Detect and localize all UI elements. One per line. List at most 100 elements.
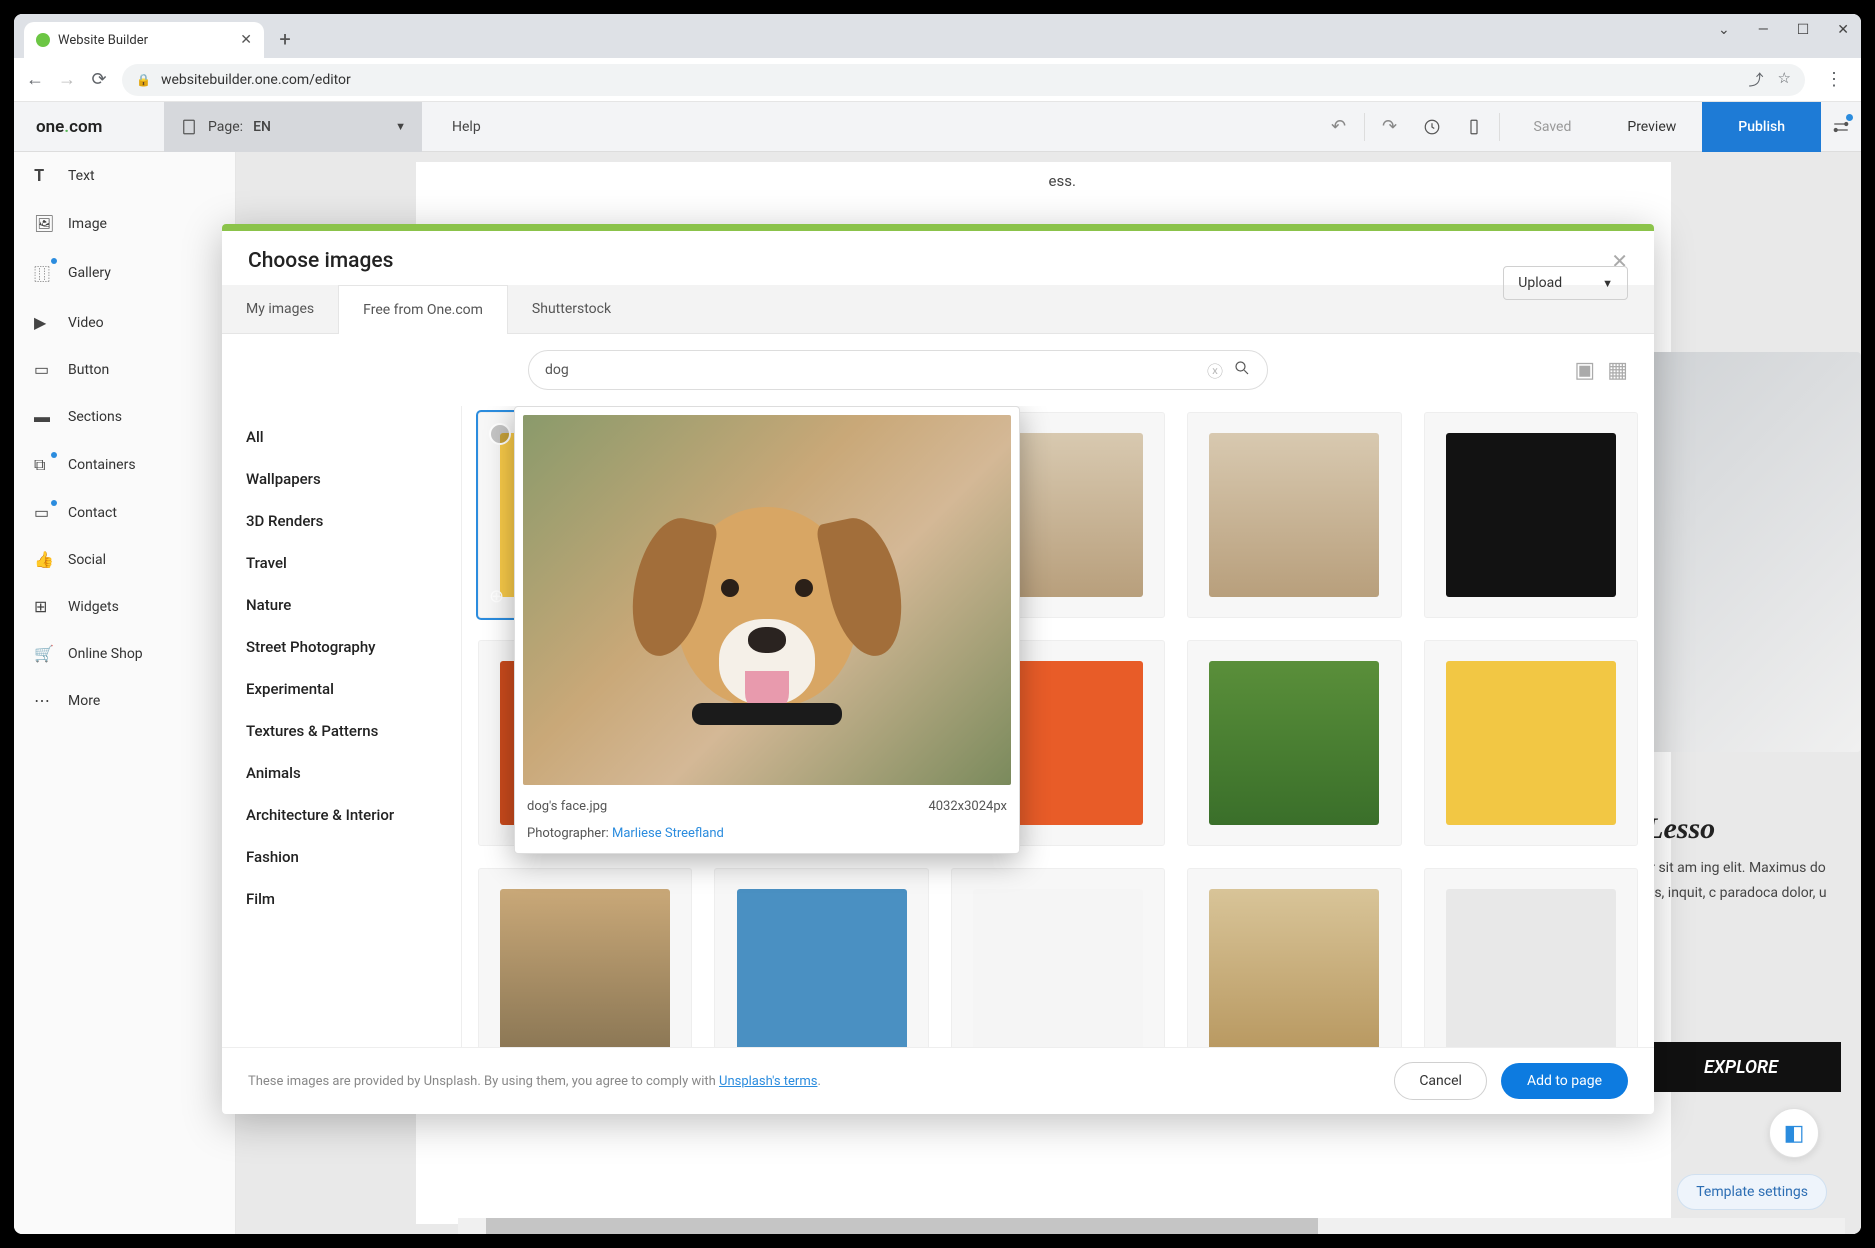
gallery-thumbnail[interactable] — [478, 868, 692, 1047]
share-icon[interactable]: ⤴ — [1749, 69, 1764, 90]
sidebar-item-label: Video — [68, 315, 104, 331]
sidebar-item-video[interactable]: ▶ Video — [14, 299, 235, 346]
sidebar-item-widgets[interactable]: ⊞Widgets — [14, 583, 235, 630]
window-close-icon[interactable]: ✕ — [1837, 22, 1849, 38]
canvas-body-fragment: ess. — [1049, 172, 1076, 190]
gallery-thumbnail[interactable] — [1187, 868, 1401, 1047]
sidebar-item-label: More — [68, 693, 100, 709]
gallery-thumbnail[interactable] — [1424, 640, 1638, 846]
topbar-right: ↶ ↷ Saved Preview Publish — [1318, 102, 1861, 151]
add-to-page-button[interactable]: Add to page — [1501, 1063, 1628, 1099]
category-item[interactable]: Nature — [222, 584, 461, 626]
template-settings-button[interactable]: Template settings — [1677, 1174, 1827, 1210]
sidebar-item-label: Text — [68, 168, 95, 184]
category-item[interactable]: Fashion — [222, 836, 461, 878]
category-item[interactable]: Experimental — [222, 668, 461, 710]
help-link[interactable]: Help — [422, 119, 511, 135]
category-item[interactable]: Wallpapers — [222, 458, 461, 500]
settings-icon[interactable] — [1821, 102, 1861, 152]
preview-button[interactable]: Preview — [1601, 119, 1702, 135]
category-item[interactable]: Street Photography — [222, 626, 461, 668]
sidebar-item-label: Contact — [68, 505, 117, 521]
forward-icon[interactable]: → — [58, 69, 76, 90]
theme-floating-button[interactable]: ◧ — [1769, 1108, 1819, 1158]
sidebar-item-sections[interactable]: ▬Sections — [14, 393, 235, 441]
modal-accent-bar — [222, 224, 1654, 231]
browser-menu-icon[interactable]: ⋮ — [1819, 69, 1849, 90]
category-item[interactable]: Architecture & Interior — [222, 794, 461, 836]
modal-tab-shutterstock[interactable]: Shutterstock — [508, 285, 635, 333]
notification-dot — [1846, 114, 1853, 121]
gallery-thumbnail[interactable] — [1187, 640, 1401, 846]
unsplash-terms-link[interactable]: Unsplash's terms — [719, 1074, 817, 1089]
magnify-icon[interactable]: ⊕ — [489, 586, 504, 607]
page-selector[interactable]: Page: EN ▼ — [164, 102, 422, 152]
modal-title: Choose images — [248, 249, 393, 273]
sidebar-item-online-shop[interactable]: 🛒Online Shop — [14, 630, 235, 677]
sidebar-item-button[interactable]: ▭Button — [14, 346, 235, 393]
brand-logo[interactable]: one.com — [14, 117, 164, 137]
sidebar-item-more[interactable]: ⋯More — [14, 677, 235, 724]
gallery-thumbnail[interactable] — [1187, 412, 1401, 618]
category-item[interactable]: Film — [222, 878, 461, 920]
category-item[interactable]: Textures & Patterns — [222, 710, 461, 752]
provider-notice: These images are provided by Unsplash. B… — [248, 1074, 821, 1089]
address-bar[interactable]: 🔒 websitebuilder.one.com/editor ⤴ ☆ — [122, 64, 1805, 96]
close-tab-icon[interactable]: ✕ — [240, 32, 252, 48]
mobile-preview-icon[interactable] — [1453, 102, 1495, 152]
browser-tab[interactable]: Website Builder ✕ — [24, 22, 264, 58]
sidebar-item-social[interactable]: 👍Social — [14, 536, 235, 583]
chevron-down-icon[interactable]: ⌄ — [1718, 22, 1730, 38]
category-item[interactable]: Travel — [222, 542, 461, 584]
text-icon: 𝐓 — [34, 166, 52, 186]
horizontal-scrollbar[interactable] — [458, 1218, 1845, 1234]
upload-label: Upload — [1518, 275, 1562, 291]
new-tab-button[interactable]: + — [270, 24, 300, 54]
thumbnail-image — [500, 889, 670, 1047]
widgets-icon: ⊞ — [34, 597, 52, 616]
bookmark-icon[interactable]: ☆ — [1778, 69, 1791, 90]
photographer-link[interactable]: Marliese Streefland — [612, 826, 724, 841]
sidebar-item-image[interactable]: 🖼Image — [14, 200, 235, 247]
category-item[interactable]: 3D Renders — [222, 500, 461, 542]
app-topbar: one.com Page: EN ▼ Help ↶ ↷ Saved Previe… — [14, 102, 1861, 152]
history-icon[interactable] — [1411, 102, 1453, 152]
thumbnail-image — [1446, 889, 1616, 1047]
search-icon[interactable] — [1233, 359, 1251, 381]
modal-tab-my-images[interactable]: My images — [222, 285, 338, 333]
sidebar-item-label: Sections — [68, 409, 122, 425]
sidebar-item-contact[interactable]: ▭Contact — [14, 489, 235, 536]
gallery-thumbnail[interactable] — [1424, 868, 1638, 1047]
cancel-button[interactable]: Cancel — [1394, 1062, 1487, 1100]
reload-icon[interactable]: ⟳ — [90, 69, 108, 90]
publish-button[interactable]: Publish — [1702, 102, 1821, 152]
upload-dropdown[interactable]: Upload ▼ — [1503, 266, 1628, 300]
gallery-thumbnail[interactable] — [951, 868, 1165, 1047]
sidebar-item-label: Containers — [68, 457, 136, 473]
search-input[interactable] — [545, 362, 1197, 378]
gallery-thumbnail[interactable] — [714, 868, 928, 1047]
modal-tab-free-from-one-com[interactable]: Free from One.com — [338, 285, 508, 334]
category-item[interactable]: All — [222, 416, 461, 458]
gallery-thumbnail[interactable] — [1424, 412, 1638, 618]
large-grid-icon[interactable]: ▣ — [1574, 358, 1595, 383]
small-grid-icon[interactable]: ▦ — [1607, 358, 1628, 383]
sidebar-item-containers[interactable]: ⧉Containers — [14, 441, 235, 489]
page-label: Page: — [208, 119, 243, 135]
back-icon[interactable]: ← — [26, 69, 44, 90]
sidebar-item-text[interactable]: 𝐓 Text — [14, 152, 235, 200]
thumbnail-image — [1209, 661, 1379, 824]
sidebar-item-gallery[interactable]: ⿲Gallery — [14, 247, 235, 299]
explore-button[interactable]: EXPLORE — [1641, 1042, 1841, 1092]
clear-icon[interactable]: ⓧ — [1207, 358, 1223, 382]
window-minimize-icon[interactable]: ― — [1758, 22, 1769, 38]
search-input-wrapper[interactable]: ⓧ — [528, 350, 1268, 390]
window-maximize-icon[interactable]: ☐ — [1797, 22, 1810, 38]
category-item[interactable]: Animals — [222, 752, 461, 794]
redo-icon[interactable]: ↷ — [1369, 102, 1411, 152]
thumbnail-image — [1209, 433, 1379, 596]
undo-icon[interactable]: ↶ — [1318, 102, 1360, 152]
video-icon: ▶ — [34, 313, 52, 332]
thumbnail-image — [1209, 889, 1379, 1047]
thumbnail-image — [1446, 433, 1616, 596]
